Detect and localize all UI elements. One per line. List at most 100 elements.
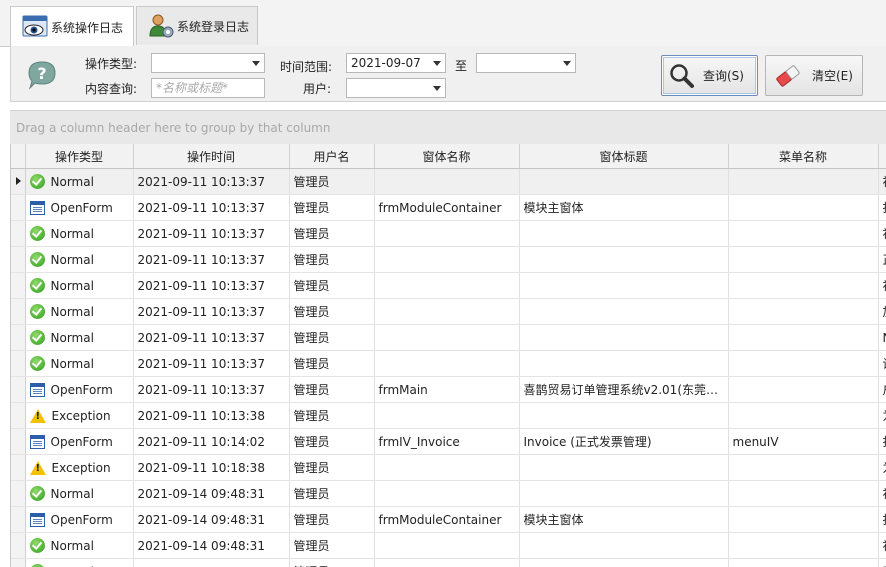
- cell-menu-name[interactable]: [728, 324, 879, 351]
- cell-op-time[interactable]: 2021-09-11 10:13:37: [133, 246, 290, 273]
- cell-user[interactable]: 管理员: [289, 168, 375, 195]
- cell-menu-name[interactable]: [728, 506, 879, 533]
- cell-form-name[interactable]: [374, 298, 520, 325]
- cell-extra[interactable]: 打: [878, 194, 886, 221]
- table-row[interactable]: Normal 2021-09-11 10:13:37管理员 初: [11, 272, 886, 299]
- cell-op-time[interactable]: 2021-09-11 10:13:37: [133, 220, 290, 247]
- cell-op-type[interactable]: Normal: [25, 298, 134, 325]
- cell-form-title[interactable]: [519, 454, 729, 481]
- cell-op-type[interactable]: OpenForm: [25, 194, 134, 221]
- cell-extra[interactable]: 户: [878, 376, 886, 403]
- cell-form-title[interactable]: [519, 480, 729, 507]
- cell-form-title[interactable]: [519, 324, 729, 351]
- column-header-user[interactable]: 用户名: [289, 144, 375, 169]
- column-header-form-name[interactable]: 窗体名称: [374, 144, 520, 169]
- column-header-extra[interactable]: [878, 144, 886, 169]
- cell-extra[interactable]: 正: [878, 558, 886, 567]
- cell-user[interactable]: 管理员: [289, 246, 375, 273]
- cell-op-time[interactable]: 2021-09-11 10:18:38: [133, 454, 290, 481]
- content-query-input[interactable]: *名称或标题*: [151, 78, 265, 98]
- cell-menu-name[interactable]: [728, 480, 879, 507]
- row-indicator[interactable]: [11, 272, 26, 299]
- cell-op-time[interactable]: 2021-09-14 09:48:31: [133, 506, 290, 533]
- cell-menu-name[interactable]: [728, 376, 879, 403]
- date-from-picker[interactable]: 2021-09-07: [346, 53, 446, 73]
- cell-user[interactable]: 管理员: [289, 376, 375, 403]
- cell-extra[interactable]: 初: [878, 532, 886, 559]
- cell-form-name[interactable]: frmModuleContainer: [374, 194, 520, 221]
- cell-extra[interactable]: 初: [878, 220, 886, 247]
- cell-form-title[interactable]: [519, 168, 729, 195]
- cell-op-time[interactable]: 2021-09-11 10:13:37: [133, 376, 290, 403]
- cell-form-name[interactable]: [374, 246, 520, 273]
- cell-form-name[interactable]: [374, 272, 520, 299]
- cell-menu-name[interactable]: [728, 194, 879, 221]
- cell-menu-name[interactable]: [728, 350, 879, 377]
- cell-form-name[interactable]: [374, 168, 520, 195]
- cell-op-type[interactable]: Normal: [25, 324, 134, 351]
- cell-op-type[interactable]: Normal: [25, 558, 134, 567]
- cell-extra[interactable]: 初: [878, 272, 886, 299]
- cell-user[interactable]: 管理员: [289, 428, 375, 455]
- cell-op-type[interactable]: Normal: [25, 220, 134, 247]
- cell-op-time[interactable]: 2021-09-11 10:13:37: [133, 324, 290, 351]
- cell-user[interactable]: 管理员: [289, 272, 375, 299]
- cell-op-type[interactable]: Exception: [25, 402, 134, 429]
- cell-menu-name[interactable]: [728, 168, 879, 195]
- user-select[interactable]: [346, 78, 446, 98]
- cell-op-type[interactable]: OpenForm: [25, 506, 134, 533]
- row-indicator[interactable]: [11, 428, 26, 455]
- cell-menu-name[interactable]: [728, 220, 879, 247]
- cell-extra[interactable]: 打: [878, 506, 886, 533]
- cell-extra[interactable]: 为: [878, 402, 886, 429]
- cell-form-title[interactable]: [519, 350, 729, 377]
- row-indicator[interactable]: [11, 220, 26, 247]
- cell-form-name[interactable]: [374, 532, 520, 559]
- cell-form-title[interactable]: [519, 532, 729, 559]
- cell-op-type[interactable]: OpenForm: [25, 376, 134, 403]
- table-row[interactable]: Normal 2021-09-11 10:13:37管理员 加: [11, 298, 886, 325]
- cell-op-type[interactable]: Normal: [25, 246, 134, 273]
- cell-op-type[interactable]: Normal: [25, 480, 134, 507]
- cell-menu-name[interactable]: [728, 272, 879, 299]
- cell-user[interactable]: 管理员: [289, 194, 375, 221]
- cell-op-time[interactable]: 2021-09-14 09:48:31: [133, 558, 290, 567]
- clear-button[interactable]: 清空(E): [765, 55, 863, 96]
- cell-form-title[interactable]: Invoice (正式发票管理): [519, 428, 729, 455]
- tab-login-log[interactable]: 系统登录日志: [136, 6, 258, 45]
- cell-op-time[interactable]: 2021-09-11 10:14:02: [133, 428, 290, 455]
- cell-form-name[interactable]: [374, 454, 520, 481]
- cell-user[interactable]: 管理员: [289, 532, 375, 559]
- row-indicator[interactable]: [11, 350, 26, 377]
- cell-extra[interactable]: N: [878, 324, 886, 351]
- table-row[interactable]: Normal 2021-09-14 09:48:31管理员 初: [11, 480, 886, 507]
- row-indicator[interactable]: [11, 454, 26, 481]
- cell-extra[interactable]: 初: [878, 168, 886, 195]
- cell-op-time[interactable]: 2021-09-11 10:13:37: [133, 168, 290, 195]
- cell-form-title[interactable]: 模块主窗体: [519, 506, 729, 533]
- table-row[interactable]: Normal 2021-09-11 10:13:37管理员 初: [11, 220, 886, 247]
- table-row[interactable]: Normal 2021-09-11 10:13:37管理员 正: [11, 246, 886, 273]
- cell-form-name[interactable]: [374, 350, 520, 377]
- cell-user[interactable]: 管理员: [289, 402, 375, 429]
- cell-menu-name[interactable]: [728, 402, 879, 429]
- cell-form-title[interactable]: [519, 246, 729, 273]
- table-row[interactable]: Normal 2021-09-14 09:48:31管理员 初: [11, 532, 886, 559]
- cell-user[interactable]: 管理员: [289, 350, 375, 377]
- cell-op-type[interactable]: Normal: [25, 168, 134, 195]
- cell-form-name[interactable]: [374, 558, 520, 567]
- cell-form-name[interactable]: frmMain: [374, 376, 520, 403]
- cell-menu-name[interactable]: [728, 298, 879, 325]
- cell-extra[interactable]: 为: [878, 454, 886, 481]
- row-indicator[interactable]: [11, 480, 26, 507]
- cell-form-name[interactable]: frmModuleContainer: [374, 506, 520, 533]
- cell-form-name[interactable]: [374, 324, 520, 351]
- row-indicator[interactable]: [11, 298, 26, 325]
- cell-user[interactable]: 管理员: [289, 480, 375, 507]
- cell-form-title[interactable]: [519, 558, 729, 567]
- group-by-panel[interactable]: Drag a column header here to group by th…: [10, 110, 886, 144]
- table-row[interactable]: OpenForm 2021-09-14 09:48:31 管理员 frmModuleC…: [11, 506, 886, 533]
- cell-form-title[interactable]: [519, 220, 729, 247]
- cell-op-time[interactable]: 2021-09-14 09:48:31: [133, 480, 290, 507]
- row-indicator[interactable]: [11, 532, 26, 559]
